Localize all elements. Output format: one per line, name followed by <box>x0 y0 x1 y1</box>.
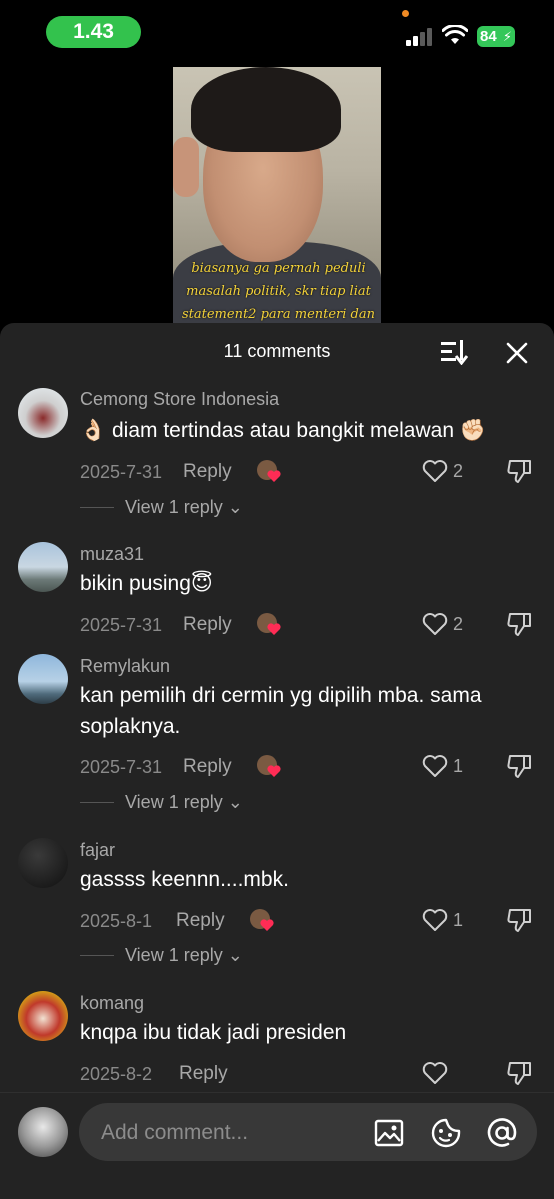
thumbs-down-icon[interactable] <box>506 907 532 933</box>
thumbs-down-icon[interactable] <box>506 1060 532 1086</box>
heart-icon[interactable] <box>422 908 448 932</box>
like-count: 2 <box>453 614 464 634</box>
avatar[interactable] <box>18 388 68 438</box>
creator-reaction-icon <box>257 460 281 482</box>
heart-icon[interactable] <box>422 459 448 483</box>
comment-username[interactable]: komang <box>80 993 144 1014</box>
comment-input-placeholder: Add comment... <box>101 1121 249 1144</box>
sort-icon[interactable] <box>440 339 468 365</box>
like-count: 1 <box>453 756 464 776</box>
at-icon[interactable] <box>486 1117 518 1149</box>
reply-button[interactable]: Reply <box>183 614 232 636</box>
comments-sheet: 11 comments Cemong Store Indonesia 👌🏻 di… <box>0 323 554 1199</box>
comment-date: 2025-7-31 <box>80 615 163 635</box>
comment-date: 2025-8-2 <box>80 1064 153 1084</box>
comment-date: 2025-7-31 <box>80 462 163 482</box>
comment-input-bar: Add comment... <box>0 1092 554 1199</box>
thumbs-down-icon[interactable] <box>506 458 532 484</box>
view-replies-label: View 1 reply <box>125 792 223 812</box>
comment-text: bikin pusing😇 <box>80 572 213 595</box>
avatar[interactable] <box>18 654 68 704</box>
wifi-icon <box>442 25 468 44</box>
close-icon[interactable] <box>505 341 529 365</box>
comment-username[interactable]: Cemong Store Indonesia <box>80 389 279 410</box>
reply-button[interactable]: Reply <box>176 910 225 932</box>
heart-icon[interactable] <box>422 612 448 636</box>
view-replies-label: View 1 reply <box>125 497 223 517</box>
reply-button[interactable]: Reply <box>183 461 232 483</box>
reply-button[interactable]: Reply <box>183 756 232 778</box>
creator-reaction-icon <box>257 613 281 635</box>
comment-username[interactable]: muza31 <box>80 544 144 565</box>
comments-count: 11 comments <box>223 341 331 361</box>
thumbs-down-icon[interactable] <box>506 611 532 637</box>
cellular-signal-icon <box>406 28 434 46</box>
like-count: 1 <box>453 910 464 930</box>
avatar[interactable] <box>18 991 68 1041</box>
comment-date: 2025-8-1 <box>80 911 153 931</box>
replies-divider <box>80 507 114 508</box>
heart-icon[interactable] <box>422 1061 448 1085</box>
reply-button[interactable]: Reply <box>179 1063 228 1085</box>
comment-input[interactable]: Add comment... <box>79 1103 537 1161</box>
video-caption-line: masalah politik, skr tiap liat <box>186 284 371 299</box>
thumbs-down-icon[interactable] <box>506 753 532 779</box>
battery-indicator: 84 ⚡ <box>477 26 515 47</box>
status-time[interactable]: 1.43 <box>46 16 141 48</box>
camera-indicator-dot <box>402 10 409 17</box>
avatar[interactable] <box>18 542 68 592</box>
replies-divider <box>80 955 114 956</box>
video-hand-shape <box>173 137 199 197</box>
comment-date: 2025-7-31 <box>80 757 163 777</box>
charging-bolt-icon: ⚡ <box>502 29 512 44</box>
like-count: 2 <box>453 461 464 481</box>
video-caption: biasanya ga pernah peduli masalah politi… <box>181 257 376 326</box>
image-icon[interactable] <box>373 1117 405 1149</box>
comment-text: gassss keennn....mbk. <box>80 868 289 891</box>
chevron-down-icon: ⌄ <box>227 945 243 965</box>
status-bar: 1.43 84 ⚡ <box>0 0 554 60</box>
current-user-avatar[interactable] <box>18 1107 68 1157</box>
video-preview[interactable]: biasanya ga pernah peduli masalah politi… <box>173 67 381 327</box>
avatar[interactable] <box>18 838 68 888</box>
heart-icon[interactable] <box>422 754 448 778</box>
comments-header: 11 comments <box>0 323 554 379</box>
video-caption-line: biasanya ga pernah peduli <box>191 261 366 276</box>
chevron-down-icon: ⌄ <box>227 792 243 812</box>
comment-username[interactable]: fajar <box>80 840 115 861</box>
comment-text: knqpa ibu tidak jadi presiden <box>80 1021 347 1044</box>
video-hair-shape <box>191 67 341 152</box>
comment-text: 👌🏻 diam tertindas atau bangkit melawan ✊… <box>80 419 486 442</box>
comment-username[interactable]: Remylakun <box>80 656 170 677</box>
battery-level: 84 <box>480 28 497 45</box>
replies-divider <box>80 802 114 803</box>
sticker-icon[interactable] <box>430 1117 462 1149</box>
comment-text: kan pemilih dri cermin yg dipilih mba. s… <box>80 684 482 738</box>
chevron-down-icon: ⌄ <box>227 497 243 517</box>
creator-reaction-icon <box>257 755 281 777</box>
creator-reaction-icon <box>250 909 274 931</box>
view-replies-label: View 1 reply <box>125 945 223 965</box>
